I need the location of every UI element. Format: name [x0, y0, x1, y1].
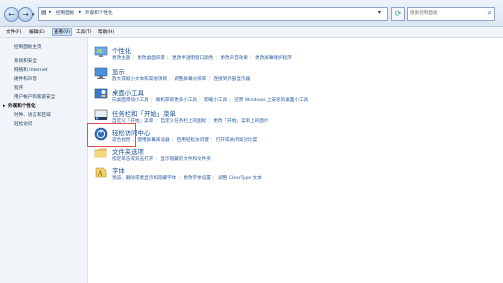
link-preview-fonts[interactable]: 预览、删除或者显示和隐藏字体 [112, 176, 176, 181]
link-screen-reader[interactable]: 使用屏幕阅读器 [137, 138, 169, 143]
back-arrow-icon[interactable]: ← [4, 7, 19, 22]
link-access-keys[interactable]: 启用轻松访问键 [177, 138, 209, 143]
link-show-hidden-files[interactable]: 显示隐藏的文件和文件夹 [160, 157, 211, 162]
category-links: 更改主题 | 更改桌面背景 | 更改半透明窗口颜色 | 更改声音效果 | 更改屏幕保护程… [112, 56, 292, 61]
category-links: 放大或缩小文本和其他项目 | 调整屏幕分辨率 | 连接到外部显示器 [112, 77, 251, 82]
sidebar-item-appearance[interactable]: 外观和个性化 [8, 103, 36, 109]
menu-help[interactable]: 帮助(H) [98, 29, 114, 35]
crumb-separator-icon: ▸ [49, 9, 52, 15]
link-high-contrast[interactable]: 打开或关闭高对比度 [216, 138, 257, 143]
link-change-sounds[interactable]: 更改声音效果 [220, 56, 248, 61]
sidebar-item-network[interactable]: 网络和 Internet [14, 67, 47, 73]
sidebar-item-system-security[interactable]: 系统和安全 [14, 58, 37, 64]
current-item-arrow-icon: ▸ [3, 103, 6, 109]
link-change-start-picture[interactable]: 更改「开始」菜单上的图片 [213, 119, 268, 124]
link-single-double-click[interactable]: 指定单击或双击打开 [112, 157, 153, 162]
gadgets-icon [94, 88, 108, 99]
sidebar-item-clock-language[interactable]: 时钟、语言和区域 [14, 112, 51, 118]
sidebar-item-hardware-sound[interactable]: 硬件和声音 [14, 76, 37, 82]
category-title[interactable]: 显示 [112, 67, 125, 76]
link-resolution[interactable]: 调整屏幕分辨率 [174, 77, 206, 82]
address-toolbar: ← → ▾ ▤ ▸ 控制面板 ▸ 外观和个性化 ▾ ⟳ ⌕ [0, 0, 503, 27]
personalization-icon [94, 46, 108, 57]
link-font-settings[interactable]: 更改字体设置 [183, 176, 211, 181]
menu-file[interactable]: 文件(F) [6, 29, 21, 35]
category-title[interactable]: 任务栏和「开始」菜单 [112, 109, 176, 118]
control-panel-icon: ▤ [41, 9, 47, 16]
category-links: 指定单击或双击打开 | 显示隐藏的文件和文件夹 [112, 157, 211, 162]
link-customize-taskbar-icons[interactable]: 自定义任务栏上的图标 [160, 119, 206, 124]
link-change-window-color[interactable]: 更改半透明窗口颜色 [172, 56, 213, 61]
search-input[interactable] [410, 9, 480, 18]
link-restore-gadgets[interactable]: 还原 Windows 上安装的桌面小工具 [234, 98, 308, 103]
link-cleartype[interactable]: 调整 ClearType 文本 [218, 176, 262, 181]
category-title[interactable]: 文件夹选项 [112, 147, 144, 156]
menu-edit[interactable]: 编辑(E) [29, 29, 45, 35]
link-external-display[interactable]: 连接到外部显示器 [213, 77, 250, 82]
category-title[interactable]: 个性化 [112, 46, 131, 55]
sidebar-item-home[interactable]: 控制面板主页 [14, 44, 42, 50]
category-links: 预览、删除或者显示和隐藏字体 | 更改字体设置 | 调整 ClearType 文本 [112, 176, 262, 181]
forward-arrow-icon[interactable]: → [18, 7, 33, 22]
link-change-theme[interactable]: 更改主题 [112, 56, 130, 61]
menu-view[interactable]: 查看(V) [52, 28, 72, 36]
menu-bar: 文件(F) 编辑(E) 查看(V) 工具(T) 帮助(H) [0, 27, 503, 38]
breadcrumb-control-panel[interactable]: 控制面板 [56, 10, 74, 16]
folder-icon [94, 148, 107, 158]
link-add-gadgets[interactable]: 向桌面添加小工具 [112, 98, 149, 103]
link-get-more-gadgets[interactable]: 联机获取更多小工具 [156, 98, 197, 103]
history-dropdown-icon[interactable]: ▾ [32, 12, 35, 18]
link-change-background[interactable]: 更改桌面背景 [137, 56, 165, 61]
breadcrumb-appearance[interactable]: 外观和个性化 [85, 10, 113, 16]
display-icon [94, 67, 108, 79]
explorer-window: ← → ▾ ▤ ▸ 控制面板 ▸ 外观和个性化 ▾ ⟳ ⌕ 文件(F) 编辑(E… [0, 0, 503, 283]
highlight-box [87, 123, 136, 147]
sidebar-item-user-accounts[interactable]: 用户帐户和家庭安全 [14, 94, 55, 100]
address-field[interactable]: ▤ ▸ 控制面板 ▸ 外观和个性化 ▾ [38, 7, 388, 21]
link-change-screensaver[interactable]: 更改屏幕保护程序 [255, 56, 292, 61]
svg-text:A: A [97, 171, 103, 178]
category-title[interactable]: 字体 [112, 166, 125, 175]
menu-tools[interactable]: 工具(T) [76, 29, 92, 35]
fonts-icon: A [95, 167, 107, 178]
category-links: 向桌面添加小工具 | 联机获取更多小工具 | 卸载小工具 | 还原 Windows 上… [112, 98, 309, 103]
taskbar-icon [94, 109, 108, 120]
category-title[interactable]: 桌面小工具 [112, 88, 144, 97]
main-panel: 个性化 更改主题 | 更改桌面背景 | 更改半透明窗口颜色 | 更改声音效果 | 更改屏… [88, 38, 503, 283]
search-box[interactable]: ⌕ [407, 7, 495, 21]
link-text-size[interactable]: 放大或缩小文本和其他项目 [112, 77, 167, 82]
address-dropdown-icon[interactable]: ▾ [378, 9, 381, 16]
sidebar-item-ease-of-access[interactable]: 轻松访问 [14, 121, 32, 127]
search-icon[interactable]: ⌕ [488, 8, 492, 18]
sidebar: 控制面板主页 系统和安全 网络和 Internet 硬件和声音 程序 用户帐户和… [0, 38, 88, 283]
crumb-separator-icon: ▸ [79, 9, 82, 15]
sidebar-item-programs[interactable]: 程序 [14, 85, 23, 91]
link-uninstall-gadget[interactable]: 卸载小工具 [204, 98, 227, 103]
refresh-icon[interactable]: ⟳ [391, 7, 405, 21]
